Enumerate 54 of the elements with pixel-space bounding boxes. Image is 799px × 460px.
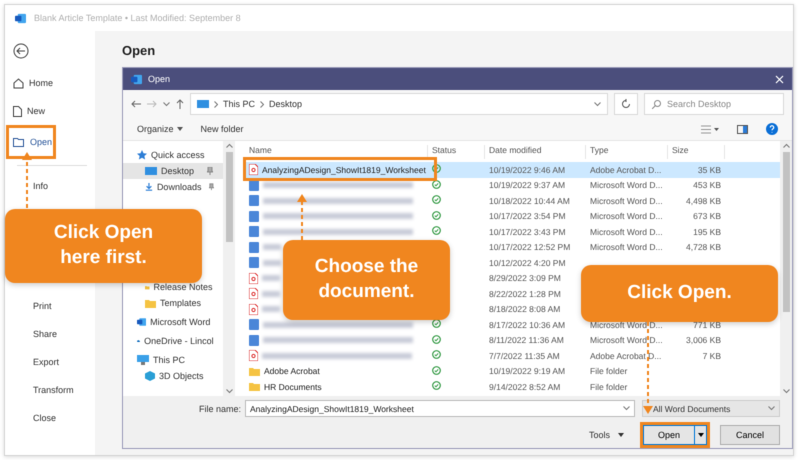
- file-name-label: File name:: [198, 404, 241, 414]
- size-cell-text: 771 KB: [692, 320, 722, 330]
- type-cell-text: Microsoft Word D...: [589, 226, 664, 237]
- navigation-label: Quick access: [151, 150, 205, 160]
- date-cell-text: 10/12/2022 4:20 PM: [488, 258, 567, 268]
- size-cell-text: 453 KB: [692, 180, 722, 190]
- date-cell-text: 10/17/2022 3:43 PM: [488, 226, 567, 237]
- dialog-title: Open: [148, 74, 170, 84]
- size-cell-text: 35 KB: [696, 164, 722, 175]
- type-cell-text: Microsoft Word D...: [589, 335, 664, 346]
- navigation-label: OneDrive - Lincol: [144, 336, 214, 346]
- date-cell-text: 8/17/2022 10:36 AM: [488, 320, 566, 330]
- date-cell-text: 10/19/2022 9:19 AM: [488, 366, 566, 376]
- type-cell-text: File folder: [589, 382, 628, 392]
- tooltip-text: Choose the document.: [314, 255, 418, 304]
- tooltip-text: Click Open.: [627, 281, 732, 306]
- document-title: Blank Article Template • Last Modified: September 8: [34, 13, 241, 23]
- navigation-label: Desktop: [161, 166, 194, 176]
- navigation-label: Downloads: [156, 182, 202, 192]
- date-cell-text: 7/7/2022 11:35 AM: [488, 350, 561, 361]
- type-cell-text: Adobe Acrobat D...: [589, 350, 662, 361]
- file-name: HR Documents: [264, 382, 322, 392]
- size-cell-text: 4,498 KB: [685, 196, 722, 206]
- date-cell-text: 8/18/2022 8:08 AM: [488, 304, 562, 314]
- type-cell-text: Microsoft Word D...: [589, 180, 664, 190]
- navigation-label: Microsoft Word: [150, 317, 210, 327]
- type-cell-text: Microsoft Word D...: [589, 196, 664, 206]
- navigation-label: Release Notes: [154, 282, 213, 292]
- type-cell-text: Adobe Acrobat D...: [589, 164, 662, 175]
- size-cell-text: 7 KB: [702, 350, 722, 361]
- navigation-label: 3D Objects: [159, 371, 204, 381]
- navigation-label: This PC: [153, 355, 186, 365]
- date-cell-text: 10/17/2022 12:52 PM: [488, 242, 572, 252]
- date-cell-text: 8/11/2022 11:36 AM: [488, 335, 565, 346]
- size-cell-text: 195 KB: [692, 226, 722, 237]
- page-heading: Open: [122, 43, 156, 60]
- navigation-label: Templates: [160, 298, 202, 308]
- type-cell-text: Microsoft Word D...: [589, 211, 664, 222]
- type-cell-text: Microsoft Word D...: [589, 242, 664, 252]
- date-cell-text: 10/19/2022 9:46 AM: [488, 164, 566, 175]
- file-name: AnalyzingADesign_ShowIt1819_Worksheet: [262, 164, 426, 175]
- date-cell-text: 10/17/2022 3:54 PM: [488, 211, 567, 222]
- type-cell-text: File folder: [589, 366, 628, 376]
- file-name: Adobe Acrobat: [264, 366, 320, 376]
- type-cell-text: Microsoft Word D...: [589, 320, 664, 330]
- date-cell-text: 9/14/2022 8:52 AM: [488, 382, 562, 392]
- date-cell-text: 8/22/2022 1:28 PM: [488, 288, 562, 299]
- size-cell-text: 673 KB: [692, 211, 722, 222]
- date-cell-text: 8/29/2022 3:09 PM: [488, 273, 562, 284]
- date-cell-text: 10/18/2022 10:44 AM: [488, 196, 571, 206]
- date-cell-text: 10/19/2022 9:37 AM: [488, 180, 566, 190]
- size-cell-text: 3,006 KB: [685, 335, 722, 346]
- tooltip-text: Click Open here first.: [54, 221, 154, 270]
- size-cell-text: 4,728 KB: [685, 242, 722, 252]
